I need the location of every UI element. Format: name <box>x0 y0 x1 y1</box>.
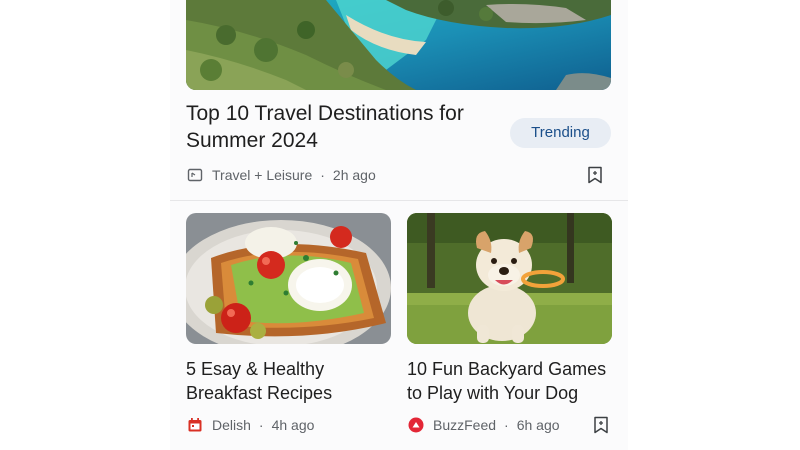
section-divider <box>170 200 628 201</box>
breakfast-article-title[interactable]: 5 Esay & Healthy Breakfast Recipes <box>186 357 391 405</box>
breakfast-timestamp: 4h ago <box>271 417 315 433</box>
news-source-icon <box>186 166 204 184</box>
bookmark-icon[interactable] <box>590 415 612 435</box>
hero-timestamp: 2h ago <box>332 167 376 183</box>
buzzfeed-logo-icon <box>407 416 425 434</box>
hero-article-title[interactable]: Top 10 Travel Destinations for Summer 20… <box>186 100 496 154</box>
article-card-dog-games[interactable]: 10 Fun Backyard Games to Play with Your … <box>407 213 612 443</box>
dog-article-meta: BuzzFeed · 6h ago <box>407 415 560 435</box>
dog-article-title[interactable]: 10 Fun Backyard Games to Play with Your … <box>407 357 612 405</box>
dog-timestamp: 6h ago <box>516 417 560 433</box>
calendar-icon <box>186 416 204 434</box>
trending-chip[interactable]: Trending <box>510 118 611 148</box>
news-feed: Top 10 Travel Destinations for Summer 20… <box>170 0 628 450</box>
meta-separator: · <box>504 417 509 433</box>
article-card-breakfast[interactable]: 5 Esay & Healthy Breakfast Recipes Delis… <box>186 213 391 443</box>
buzzfeed-source-name[interactable]: BuzzFeed <box>433 417 496 433</box>
breakfast-article-meta: Delish · 4h ago <box>186 415 314 435</box>
breakfast-article-image[interactable] <box>186 213 391 344</box>
hero-article-image[interactable] <box>186 0 611 90</box>
hero-source-name[interactable]: Travel + Leisure <box>212 167 312 183</box>
meta-separator: · <box>320 167 325 183</box>
bookmark-icon[interactable] <box>584 165 606 185</box>
breakfast-source-name[interactable]: Delish <box>212 417 251 433</box>
hero-article-meta: Travel + Leisure · 2h ago <box>186 165 376 185</box>
dog-article-image[interactable] <box>407 213 612 344</box>
meta-separator: · <box>258 417 264 433</box>
